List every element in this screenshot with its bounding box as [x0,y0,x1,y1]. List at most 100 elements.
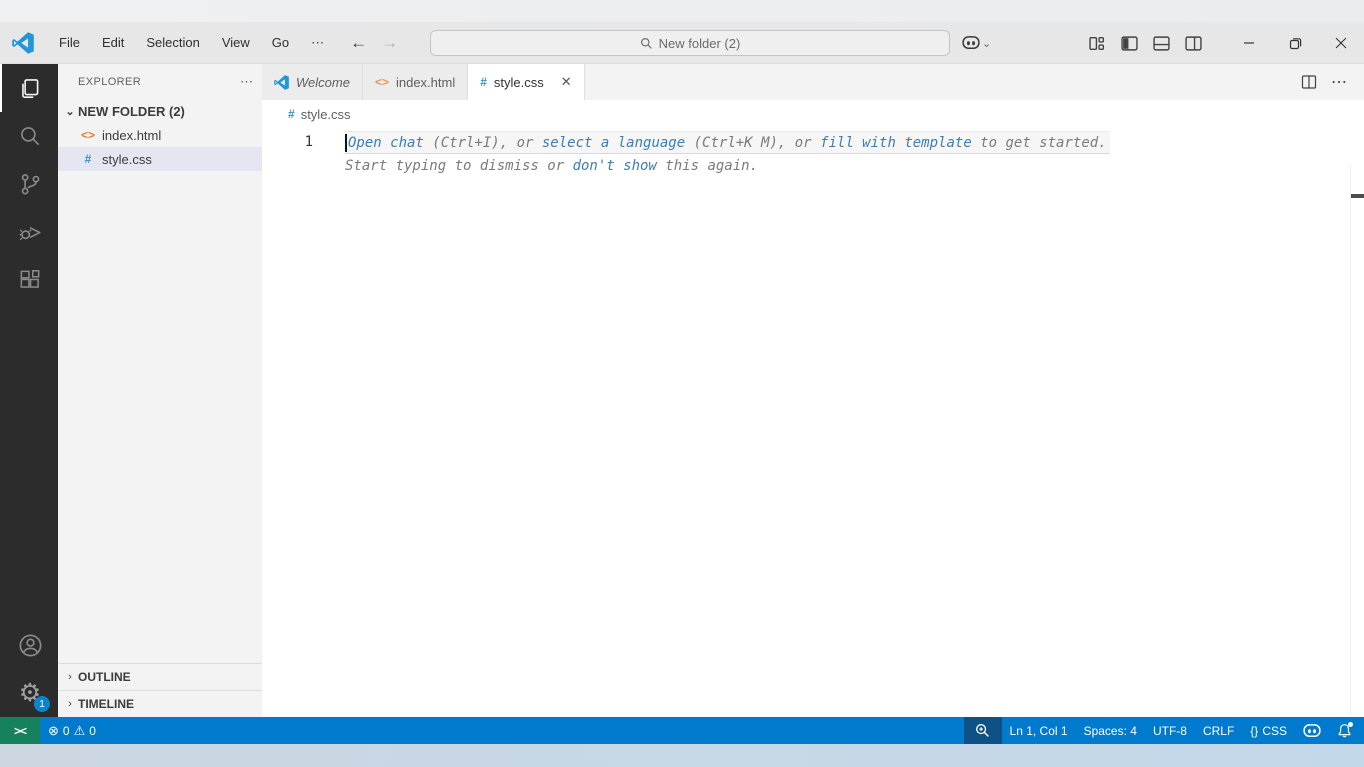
ghost-link[interactable]: don't show [573,158,657,174]
copilot-icon [1303,723,1321,737]
copilot-menu-button[interactable]: ⌄ [962,30,991,56]
scrollbar-rail[interactable] [1350,164,1351,717]
command-center-search[interactable]: New folder (2) [430,30,950,56]
tab-bar: Welcome <> index.html # style.css ✕ ⋯ [262,64,1364,100]
error-icon: ⊗ [48,723,59,738]
chevron-down-icon: ⌄ [982,37,992,50]
editor-group: Welcome <> index.html # style.css ✕ ⋯ # … [262,64,1364,717]
css-file-icon: # [84,152,92,166]
ghost-text: (Ctrl+I), or [423,134,542,151]
menu-edit[interactable]: Edit [91,29,135,57]
tab-index-html[interactable]: <> index.html [362,64,469,100]
toggle-secondary-sidebar-icon[interactable] [1185,35,1202,52]
warning-icon: ⚠ [73,723,86,738]
overview-ruler-cursor-mark [1351,194,1364,198]
error-count: 0 [62,723,70,738]
warning-count: 0 [89,723,96,738]
cursor-position[interactable]: Ln 1, Col 1 [1002,717,1076,744]
ghost-text: to get started. [971,134,1107,151]
activitybar-search[interactable] [0,112,58,160]
ghost-text: this again. [656,157,759,174]
encoding[interactable]: UTF-8 [1145,717,1195,744]
cursor-position-label: Ln 1, Col 1 [1009,723,1068,738]
forward-icon: → [381,32,399,52]
menu-selection[interactable]: Selection [135,29,210,57]
minimize-button[interactable] [1226,22,1272,64]
indentation[interactable]: Spaces: 4 [1076,717,1145,744]
extensions-icon [20,270,40,288]
file-label: index.html [102,127,162,143]
split-editor-icon[interactable] [1301,74,1317,90]
close-tab-icon[interactable]: ✕ [561,74,572,90]
timeline-section[interactable]: › TIMELINE [58,690,262,717]
activitybar-explorer[interactable] [0,64,58,112]
ghost-link[interactable]: select a language [542,135,685,151]
ghost-text: (Ctrl+K M), or [685,134,821,151]
remote-indicator[interactable]: >< [0,717,40,744]
desktop-background-top [0,0,1364,22]
sidebar-more-actions-icon[interactable]: ⋯ [240,74,254,90]
activitybar-settings[interactable]: ⚙ 1 [0,669,58,717]
ghost-link[interactable]: Open chat [348,135,424,151]
tab-label: style.css [493,74,544,90]
status-bar: >< ⊗ 0 ⚠ 0 Ln 1, Col 1 Spaces: 4 UTF-8 C… [0,717,1364,744]
files-icon [22,79,39,99]
language-mode[interactable]: {} CSS [1242,717,1295,744]
eol-selector[interactable]: CRLF [1195,717,1242,744]
breadcrumb-item: style.css [300,106,351,122]
file-style-css[interactable]: # style.css [58,147,262,171]
code-editor[interactable]: 1 Open chat (Ctrl+I), or select a langua… [262,128,1364,717]
zoom-status-item[interactable] [963,717,1002,744]
ghost-text-line-1: Open chat (Ctrl+I), or select a language… [345,131,1110,154]
restore-button[interactable] [1272,22,1318,64]
file-label: style.css [102,151,152,167]
zoom-icon [976,724,989,737]
encoding-label: UTF-8 [1152,723,1187,738]
folder-new-folder-2[interactable]: ⌄ NEW FOLDER (2) [58,99,262,123]
notifications[interactable] [1329,717,1364,744]
tab-style-css[interactable]: # style.css ✕ [468,64,585,100]
explorer-sidebar: EXPLORER ⋯ ⌄ NEW FOLDER (2) <> index.htm… [58,64,262,717]
settings-badge: 1 [34,696,50,712]
activitybar-source-control[interactable] [0,160,58,208]
css-file-icon: # [480,75,487,89]
vscode-logo-icon [274,74,289,90]
language-label: CSS [1262,723,1287,738]
desktop-background-bottom [0,744,1364,767]
tab-welcome[interactable]: Welcome [262,64,363,100]
breadcrumb[interactable]: # style.css [262,100,1364,128]
tab-label: index.html [395,74,456,90]
title-bar: File Edit Selection View Go ⋯ ← → New fo… [0,22,1364,64]
account-icon [19,634,41,656]
toggle-panel-icon[interactable] [1153,35,1170,52]
problems-indicator[interactable]: ⊗ 0 ⚠ 0 [40,717,104,744]
sidebar-title: EXPLORER [78,75,142,88]
customize-layout-icon[interactable] [1089,35,1106,52]
activitybar-account[interactable] [0,621,58,669]
eol-label: CRLF [1202,723,1235,738]
search-label: New folder (2) [658,35,741,51]
back-icon[interactable]: ← [350,33,367,53]
outline-section[interactable]: › OUTLINE [58,663,262,690]
file-index-html[interactable]: <> index.html [58,123,262,147]
source-control-icon [21,174,40,195]
chevron-right-icon: › [68,698,72,710]
activitybar-run-debug[interactable] [0,208,58,256]
menu-go[interactable]: Go [261,29,300,57]
menu-more-icon[interactable]: ⋯ [300,29,336,57]
more-actions-icon[interactable]: ⋯ [1331,72,1348,92]
menu-view[interactable]: View [211,29,261,57]
vscode-window: File Edit Selection View Go ⋯ ← → New fo… [0,0,1364,767]
ghost-link[interactable]: fill with template [820,135,972,151]
html-file-icon: <> [80,128,95,142]
tab-label: Welcome [296,74,350,90]
copilot-status[interactable] [1295,717,1329,744]
ghost-text: Start typing to dismiss or [345,157,573,174]
close-button[interactable] [1318,22,1364,64]
toggle-primary-sidebar-icon[interactable] [1121,35,1138,52]
menu-file[interactable]: File [48,29,91,57]
activitybar-extensions[interactable] [0,256,58,304]
ghost-text-line-2: Start typing to dismiss or don't show th… [345,154,758,177]
html-file-icon: <> [374,75,389,89]
notification-dot [1348,722,1353,727]
